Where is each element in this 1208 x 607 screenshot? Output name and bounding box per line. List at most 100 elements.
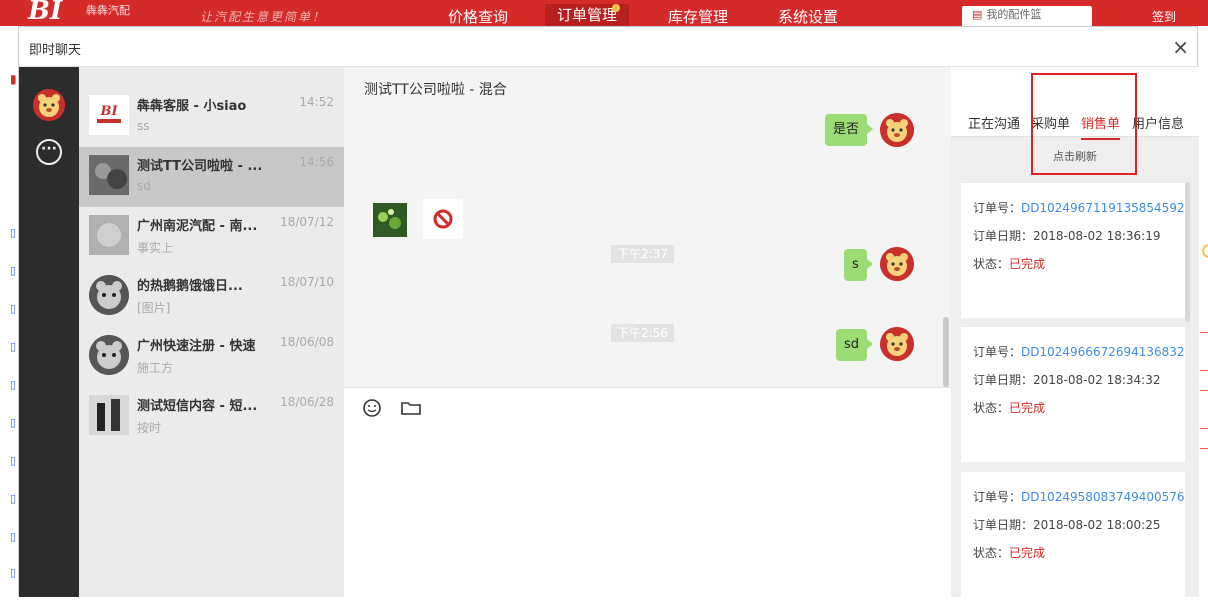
background-divider [1200, 448, 1208, 449]
order-status-value: 已完成 [1009, 401, 1046, 415]
order-number-label: 订单号： [973, 490, 1022, 504]
conversation-item[interactable]: 测试短信内容 - 短... 18/06/28 按时 [79, 387, 344, 447]
svg-text:BI: BI [99, 104, 118, 119]
background-divider [1200, 332, 1208, 333]
window-titlebar: 即时聊天 × [19, 27, 1199, 67]
background-link-marker: ▯ [10, 530, 17, 543]
conversation-name: 测试TT公司啦啦 - ... [137, 159, 263, 174]
background-divider [1200, 428, 1208, 429]
conversation-preview: 事实上 [137, 241, 174, 255]
message-timestamp: 下午2:56 [611, 324, 674, 342]
order-date-row: 订单日期：2018-08-02 18:36:19 [973, 227, 1160, 244]
background-link-marker: ▯ [10, 378, 17, 391]
photo-avatar-icon [89, 395, 129, 435]
order-number-label: 订单号： [973, 345, 1022, 359]
failed-image-message[interactable] [423, 199, 463, 239]
app-brand-name: 犇犇汽配 [86, 4, 130, 17]
order-card[interactable]: 订单号：DD1024958083749400576 订单日期：2018-08-0… [961, 472, 1185, 607]
conversation-item[interactable]: BI 犇犇客服 - 小siao 14:52 ss [79, 87, 344, 147]
order-number-link[interactable]: DD1024958083749400576 [1021, 490, 1185, 504]
background-link-marker: ▯ [10, 226, 17, 239]
order-status-label: 状态： [973, 401, 1010, 415]
order-number-row: 订单号：DD1024967119135854592 [973, 199, 1185, 216]
sender-avatar [880, 247, 914, 281]
emoji-icon[interactable] [362, 398, 384, 418]
background-red-marker: ▮ [10, 72, 17, 86]
order-number-row: 订单号：DD1024958083749400576 [973, 488, 1185, 505]
order-date-value: 2018-08-02 18:34:32 [1033, 373, 1161, 387]
user-avatar[interactable] [33, 89, 65, 121]
bear-mascot-icon [89, 335, 129, 375]
order-number-row: 订单号：DD1024966672694136832 [973, 343, 1185, 360]
app-slogan: 让汽配生意更简单！ [200, 10, 327, 24]
parts-cart-button[interactable]: ▤ 我的配件篮 [962, 6, 1092, 28]
app-logo: BI [28, 0, 63, 26]
cart-icon: ▤ [972, 8, 983, 21]
tab-user-info[interactable]: 用户信息 [1132, 113, 1184, 132]
conversation-preview: 施工方 [137, 361, 174, 375]
tab-chatting[interactable]: 正在沟通 [968, 113, 1020, 132]
message-input-area[interactable] [344, 387, 951, 597]
conversation-name: 犇犇客服 - 小siao [137, 99, 247, 114]
chat-title: 测试TT公司啦啦 - 混合 [364, 82, 507, 98]
avatar [89, 335, 129, 375]
conversation-name: 测试短信内容 - 短... [137, 399, 258, 414]
order-number-link[interactable]: DD1024967119135854592 [1021, 201, 1185, 215]
sender-avatar [880, 327, 914, 361]
background-app-header: BI 犇犇汽配 让汽配生意更简单！ 价格查询 订单管理 库存管理 系统设置 ▤ 我… [0, 0, 1208, 28]
order-card[interactable]: 订单号：DD1024966672694136832 订单日期：2018-08-0… [961, 327, 1185, 462]
order-date-value: 2018-08-02 18:36:19 [1033, 229, 1161, 243]
info-side-panel: 正在沟通 采购单 销售单 用户信息 点击刷新 订单号：DD10249671191… [951, 67, 1199, 607]
conversation-name: 广州快速注册 - 快速 [137, 339, 256, 354]
folder-icon[interactable] [400, 398, 422, 418]
background-link-marker: ▯ [10, 454, 17, 467]
order-date-value: 2018-08-02 18:00:25 [1033, 518, 1161, 532]
message-area[interactable]: 是否 下午2:37 s 下午2:56 sd [344, 107, 951, 387]
sender-avatar [880, 113, 914, 147]
background-link-marker: ▯ [10, 302, 17, 315]
message-scrollbar[interactable] [943, 317, 949, 387]
order-number-link[interactable]: DD1024966672694136832 [1021, 345, 1185, 359]
message-bubble: s [844, 249, 873, 281]
side-scrollbar[interactable] [1185, 182, 1190, 322]
prohibited-icon [433, 209, 453, 229]
message-bubble: 是否 [825, 114, 874, 146]
avatar [89, 215, 129, 255]
close-icon[interactable]: × [1172, 35, 1189, 59]
plant-photo-icon [373, 203, 407, 237]
nav-price-query[interactable]: 价格查询 [448, 6, 508, 27]
conversation-item[interactable]: 广州快速注册 - 快速 18/06/08 施工方 [79, 327, 344, 387]
conversation-time: 18/07/12 [280, 215, 334, 229]
refresh-button[interactable]: 点击刷新 [951, 137, 1199, 177]
order-date-row: 订单日期：2018-08-02 18:00:25 [973, 516, 1160, 533]
order-card[interactable]: 订单号：DD1024967119135854592 订单日期：2018-08-0… [961, 183, 1185, 318]
chat-bubble-icon[interactable]: ··· [36, 139, 62, 165]
bear-mascot-icon [33, 89, 65, 121]
bear-mascot-icon [880, 113, 914, 147]
avatar: BI [89, 95, 129, 135]
tab-sales-orders[interactable]: 销售单 [1081, 113, 1121, 140]
tab-purchase-orders[interactable]: 采购单 [1031, 113, 1070, 132]
parts-cart-label: 我的配件篮 [986, 8, 1042, 21]
nav-system-settings[interactable]: 系统设置 [778, 6, 838, 27]
conversation-time: 18/06/08 [280, 335, 334, 349]
nav-inventory-management[interactable]: 库存管理 [668, 6, 728, 27]
order-number-label: 订单号： [973, 201, 1022, 215]
chat-panel: 测试TT公司啦啦 - 混合 是否 下午2:37 s 下午2:56 sd [344, 67, 951, 597]
image-thumbnail[interactable] [373, 203, 407, 237]
conversation-item[interactable]: 的热鹅鹅饿饿日... 18/07/10 [图片] [79, 267, 344, 327]
order-status-row: 状态：已完成 [973, 544, 1045, 561]
conversation-item[interactable]: 广州南泥汽配 - 南... 18/07/12 事实上 [79, 207, 344, 267]
conversation-item[interactable]: 测试TT公司啦啦 - ... 14:56 sd [79, 147, 344, 207]
message-bubble: sd [836, 329, 874, 361]
background-divider [1200, 390, 1208, 391]
bear-mascot-icon [89, 275, 129, 315]
order-status-row: 状态：已完成 [973, 255, 1045, 272]
photo-avatar-icon [89, 215, 129, 255]
sign-in-button[interactable]: 签到 [1152, 8, 1176, 25]
order-date-label: 订单日期： [973, 373, 1034, 387]
message-timestamp: 下午2:37 [611, 245, 674, 263]
conversation-preview: sd [137, 179, 151, 193]
benben-logo-icon: BI [89, 95, 129, 135]
conversation-name: 的热鹅鹅饿饿日... [137, 279, 243, 294]
